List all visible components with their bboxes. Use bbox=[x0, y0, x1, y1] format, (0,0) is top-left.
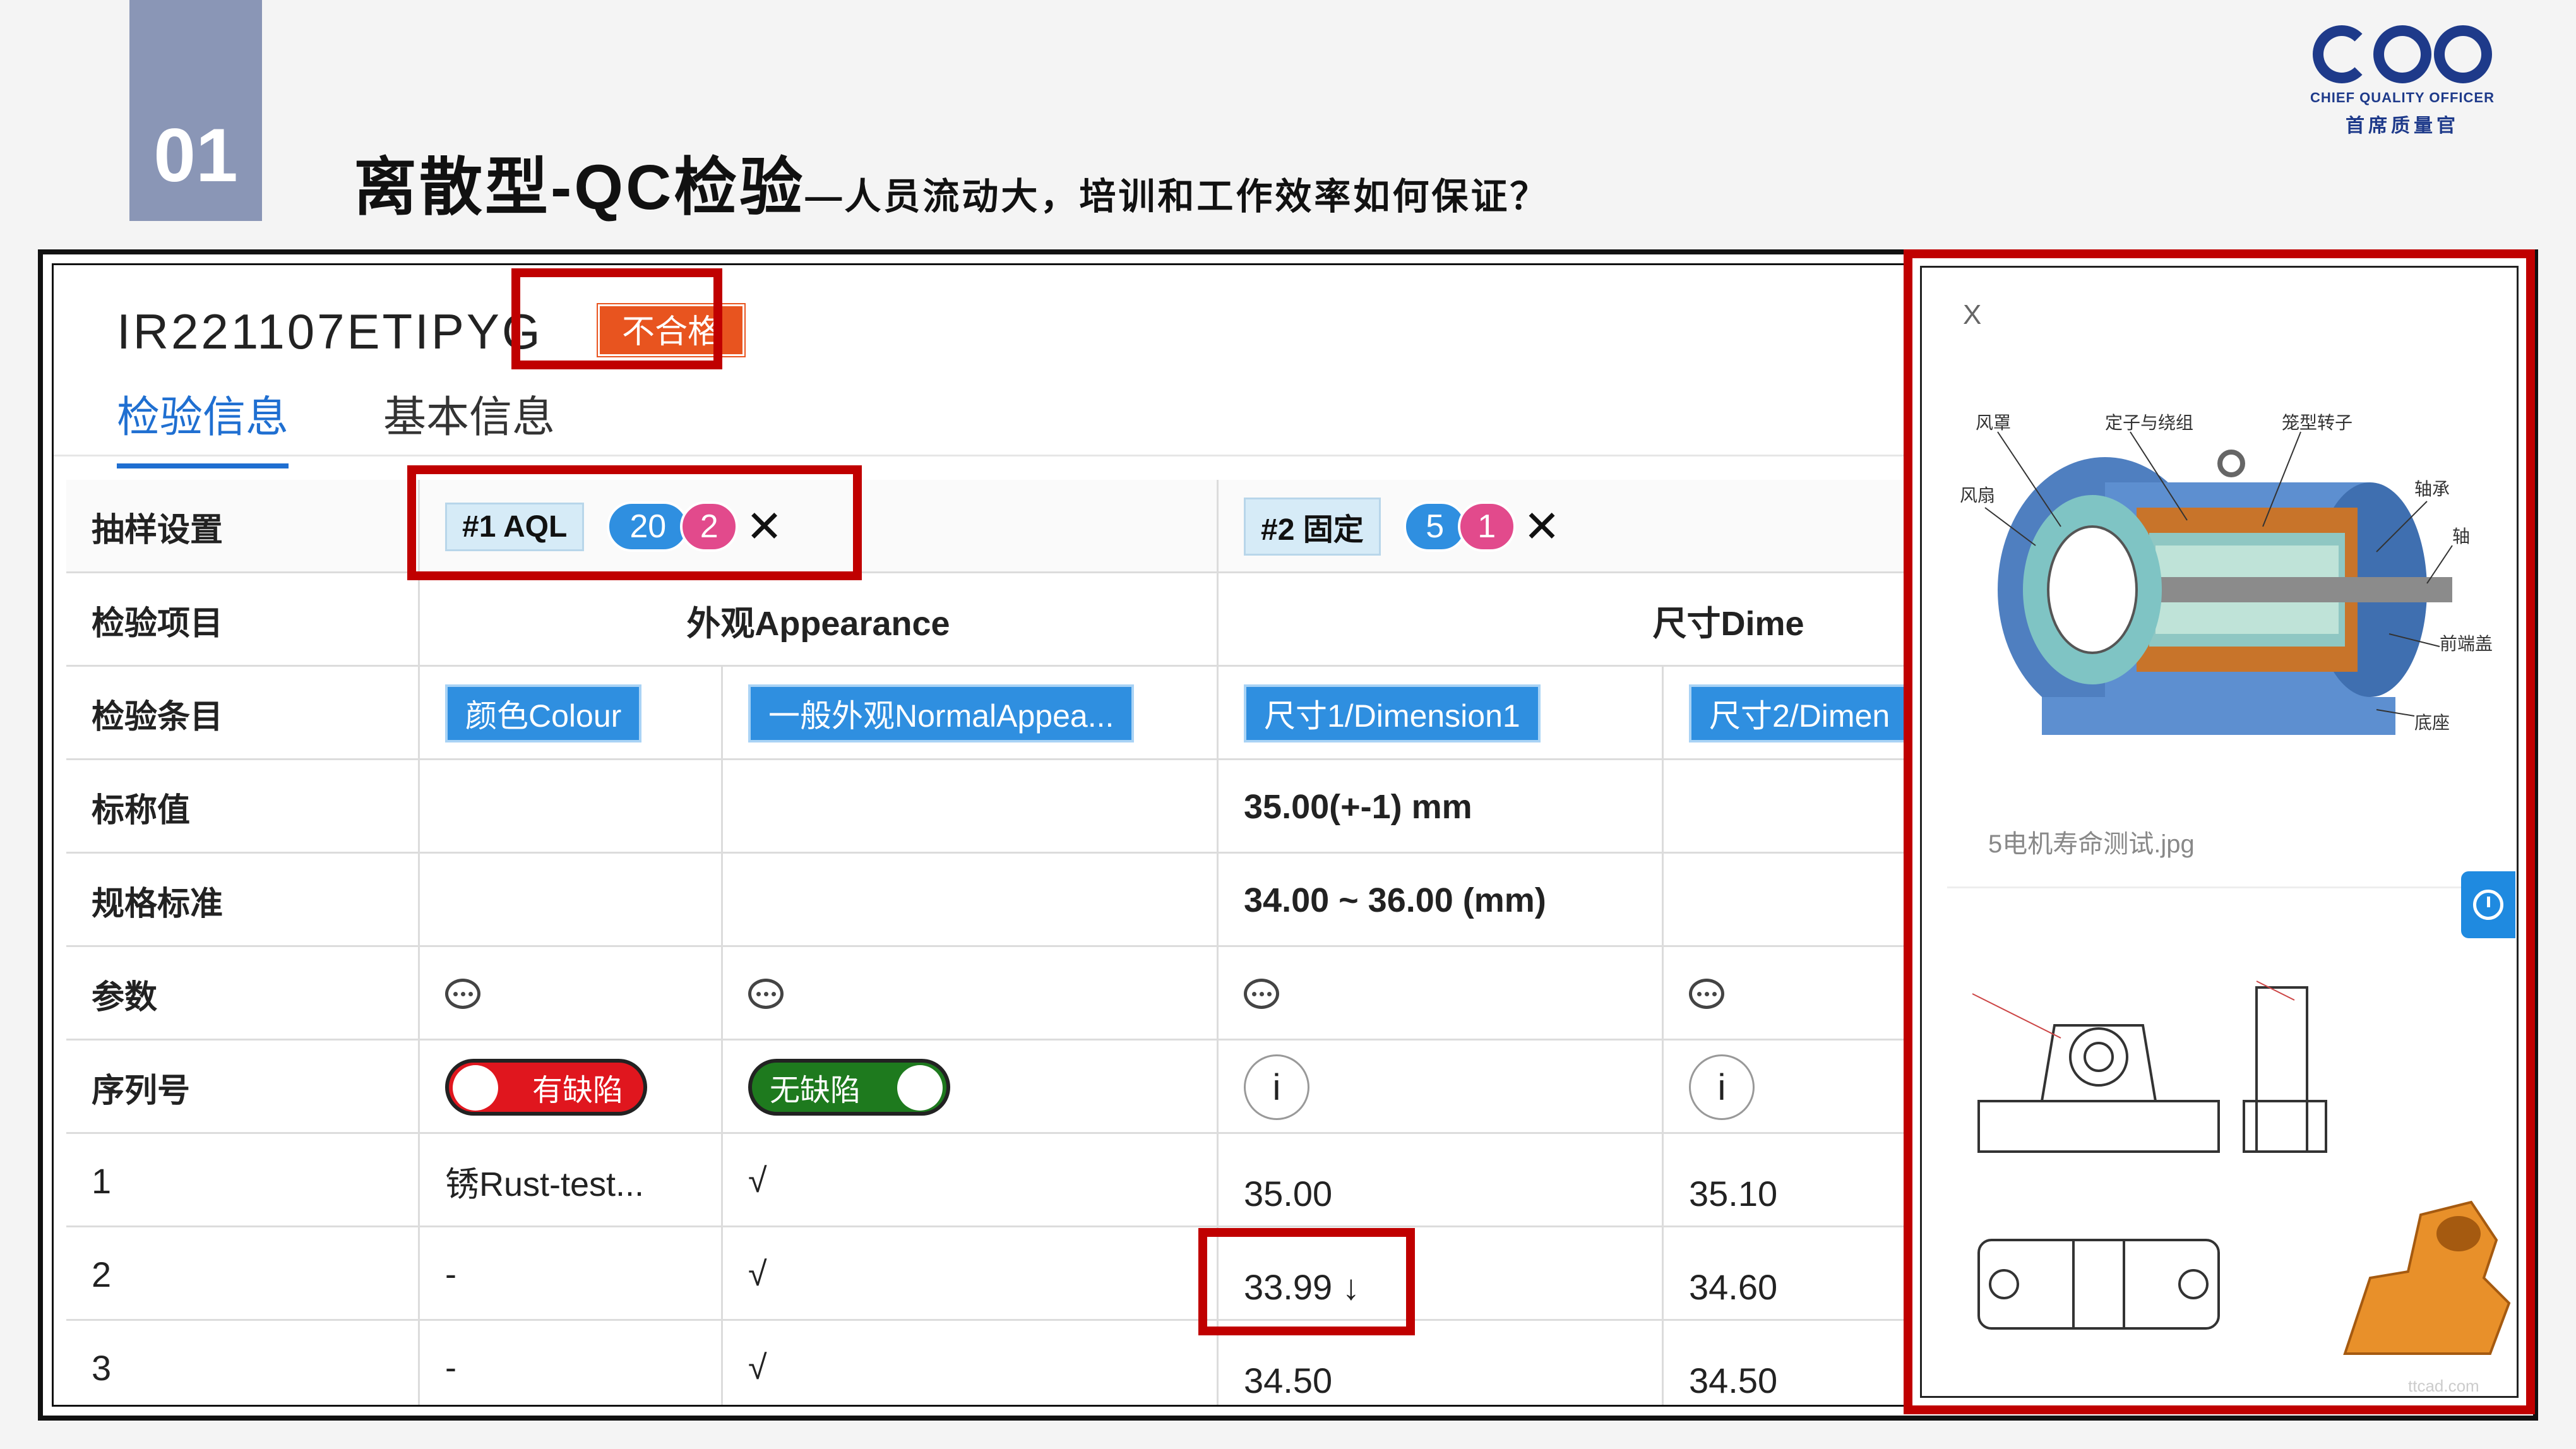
image-preview-panel: X 风罩 定子与绕组 笼型转子 风扇 轴承 轴 前端盖 底座 5电机寿命测试.j… bbox=[1904, 249, 2535, 1414]
dim2-value[interactable]: 35.10 bbox=[1689, 1148, 1777, 1214]
row-label: 抽样设置 bbox=[66, 480, 420, 573]
comment-icon[interactable] bbox=[1689, 979, 1724, 1009]
spec-dimension1: 34.00 ~ 36.00 (mm) bbox=[1219, 854, 1664, 947]
history-tab[interactable] bbox=[2461, 871, 2515, 938]
section-number: 01 bbox=[153, 113, 238, 198]
entry-cell: 一般外观NormalAppea... bbox=[723, 667, 1219, 760]
appearance-result[interactable]: √ bbox=[748, 1255, 767, 1294]
motor-label: 前端盖 bbox=[2440, 633, 2493, 654]
row-label: 检验条目 bbox=[66, 667, 420, 760]
table-row: 2 - √ 33.99 ↓ 34.60 bbox=[66, 1227, 2213, 1321]
motor-label: 笼型转子 bbox=[2282, 412, 2352, 433]
defect-count-pill: 1 bbox=[1457, 501, 1516, 552]
table-row: 1 锈Rust-test... √ 35.00 35.10 bbox=[66, 1134, 2213, 1227]
no-defect-toggle[interactable]: 无缺陷 bbox=[748, 1059, 950, 1116]
motor-label: 风罩 bbox=[1976, 412, 2011, 433]
entry-cell: 尺寸1/Dimension1 bbox=[1219, 667, 1664, 760]
sample-count-pill: 5 bbox=[1403, 501, 1467, 552]
row-number: 2 bbox=[66, 1227, 420, 1321]
entry-cell: 颜色Colour bbox=[420, 667, 723, 760]
dim1-value[interactable]: 35.00 bbox=[1244, 1148, 1332, 1214]
colour-result[interactable]: 锈Rust-test... bbox=[445, 1156, 644, 1206]
row-number: 3 bbox=[66, 1321, 420, 1405]
row-label: 参数 bbox=[66, 947, 420, 1041]
title-sub: —人员流动大，培训和工作效率如何保证？ bbox=[805, 176, 1549, 217]
colour-result[interactable]: - bbox=[445, 1255, 456, 1294]
highlight-sampling bbox=[407, 465, 862, 580]
row-label: 规格标准 bbox=[66, 854, 420, 947]
row-number: 1 bbox=[66, 1134, 420, 1227]
row-params: 参数 bbox=[66, 947, 2213, 1041]
comment-icon[interactable] bbox=[1244, 979, 1279, 1009]
bracket-drawing-image[interactable]: ttcad.com bbox=[1966, 975, 2519, 1398]
toggle-knob bbox=[453, 1065, 498, 1111]
logo-english: CHIEF QUALITY OFFICER bbox=[2310, 90, 2495, 105]
entry-chip-appearance[interactable]: 一般外观NormalAppea... bbox=[748, 684, 1135, 742]
defect-toggle[interactable]: 有缺陷 bbox=[445, 1059, 647, 1116]
title-main: 离散型-QC检验 bbox=[354, 152, 806, 223]
nominal-dimension1: 35.00(+-1) mm bbox=[1219, 760, 1664, 854]
motor-label: 底座 bbox=[2414, 712, 2450, 733]
image-caption: 5电机寿命测试.jpg bbox=[1988, 830, 2195, 858]
appearance-result[interactable]: √ bbox=[748, 1348, 767, 1387]
motor-label: 轴 bbox=[2452, 526, 2470, 547]
motor-cutaway-image[interactable]: 风罩 定子与绕组 笼型转子 风扇 轴承 轴 前端盖 底座 bbox=[1947, 381, 2515, 811]
dim2-value[interactable]: 34.50 bbox=[1689, 1335, 1777, 1401]
entry-chip-colour[interactable]: 颜色Colour bbox=[445, 684, 642, 742]
clock-icon bbox=[2473, 890, 2503, 920]
toggle-knob bbox=[897, 1065, 943, 1111]
watermark: ttcad.com bbox=[2408, 1376, 2479, 1395]
info-icon[interactable]: i bbox=[1689, 1054, 1755, 1120]
dim2-value[interactable]: 34.60 bbox=[1689, 1241, 1777, 1308]
colour-result[interactable]: - bbox=[445, 1348, 456, 1387]
report-id: IR221107ETIPYG bbox=[117, 304, 543, 359]
entry-chip-dimension2[interactable]: 尺寸2/Dimen bbox=[1689, 684, 1911, 742]
image-preview-inner: X 风罩 定子与绕组 笼型转子 风扇 轴承 轴 前端盖 底座 5电机寿命测试.j… bbox=[1920, 266, 2519, 1398]
divider bbox=[1947, 886, 2498, 888]
motor-label: 定子与绕组 bbox=[2105, 412, 2193, 433]
row-nominal: 标称值 35.00(+-1) mm bbox=[66, 760, 2213, 854]
highlight-out-of-spec-value bbox=[1198, 1228, 1415, 1335]
motor-label: 轴承 bbox=[2414, 479, 2450, 499]
row-entry: 检验条目 颜色Colour 一般外观NormalAppea... 尺寸1/Dim… bbox=[66, 667, 2213, 760]
row-sampling: 抽样设置 #1 AQL 20 2 ✕ #2 固定 5 1 ✕ bbox=[66, 480, 2213, 573]
slide: 01 离散型-QC检验—人员流动大，培训和工作效率如何保证？ CHIEF QUA… bbox=[0, 0, 2576, 1449]
table-row: 3 - √ 34.50 34.50 bbox=[66, 1321, 2213, 1405]
row-item: 检验项目 外观Appearance 尺寸Dime bbox=[66, 573, 2213, 667]
appearance-result[interactable]: √ bbox=[748, 1161, 767, 1200]
comment-icon[interactable] bbox=[445, 979, 480, 1009]
item-appearance: 外观Appearance bbox=[420, 573, 1219, 667]
close-icon[interactable]: X bbox=[1963, 299, 1981, 331]
cqo-logo: CHIEF QUALITY OFFICER 首席质量官 bbox=[2308, 25, 2497, 152]
row-label: 序列号 bbox=[66, 1041, 420, 1134]
row-label: 标称值 bbox=[66, 760, 420, 854]
info-icon[interactable]: i bbox=[1244, 1054, 1309, 1120]
motor-label: 风扇 bbox=[1960, 485, 1995, 506]
dim1-value[interactable]: 34.50 bbox=[1244, 1335, 1332, 1401]
section-number-box: 01 bbox=[129, 0, 262, 221]
remove-sampling-icon[interactable]: ✕ bbox=[1524, 504, 1561, 549]
logo-mark-icon bbox=[2308, 25, 2497, 83]
row-spec: 规格标准 34.00 ~ 36.00 (mm) bbox=[66, 854, 2213, 947]
highlight-status-badge bbox=[511, 268, 722, 369]
row-label: 检验项目 bbox=[66, 573, 420, 667]
comment-icon[interactable] bbox=[748, 979, 784, 1009]
sampling-plan-chip[interactable]: #2 固定 bbox=[1244, 498, 1381, 556]
logo-chinese: 首席质量官 bbox=[2346, 116, 2459, 136]
slide-title: 离散型-QC检验—人员流动大，培训和工作效率如何保证？ bbox=[354, 136, 1549, 227]
row-serial: 序列号 有缺陷 无缺陷 i i bbox=[66, 1041, 2213, 1134]
entry-chip-dimension1[interactable]: 尺寸1/Dimension1 bbox=[1244, 684, 1541, 742]
